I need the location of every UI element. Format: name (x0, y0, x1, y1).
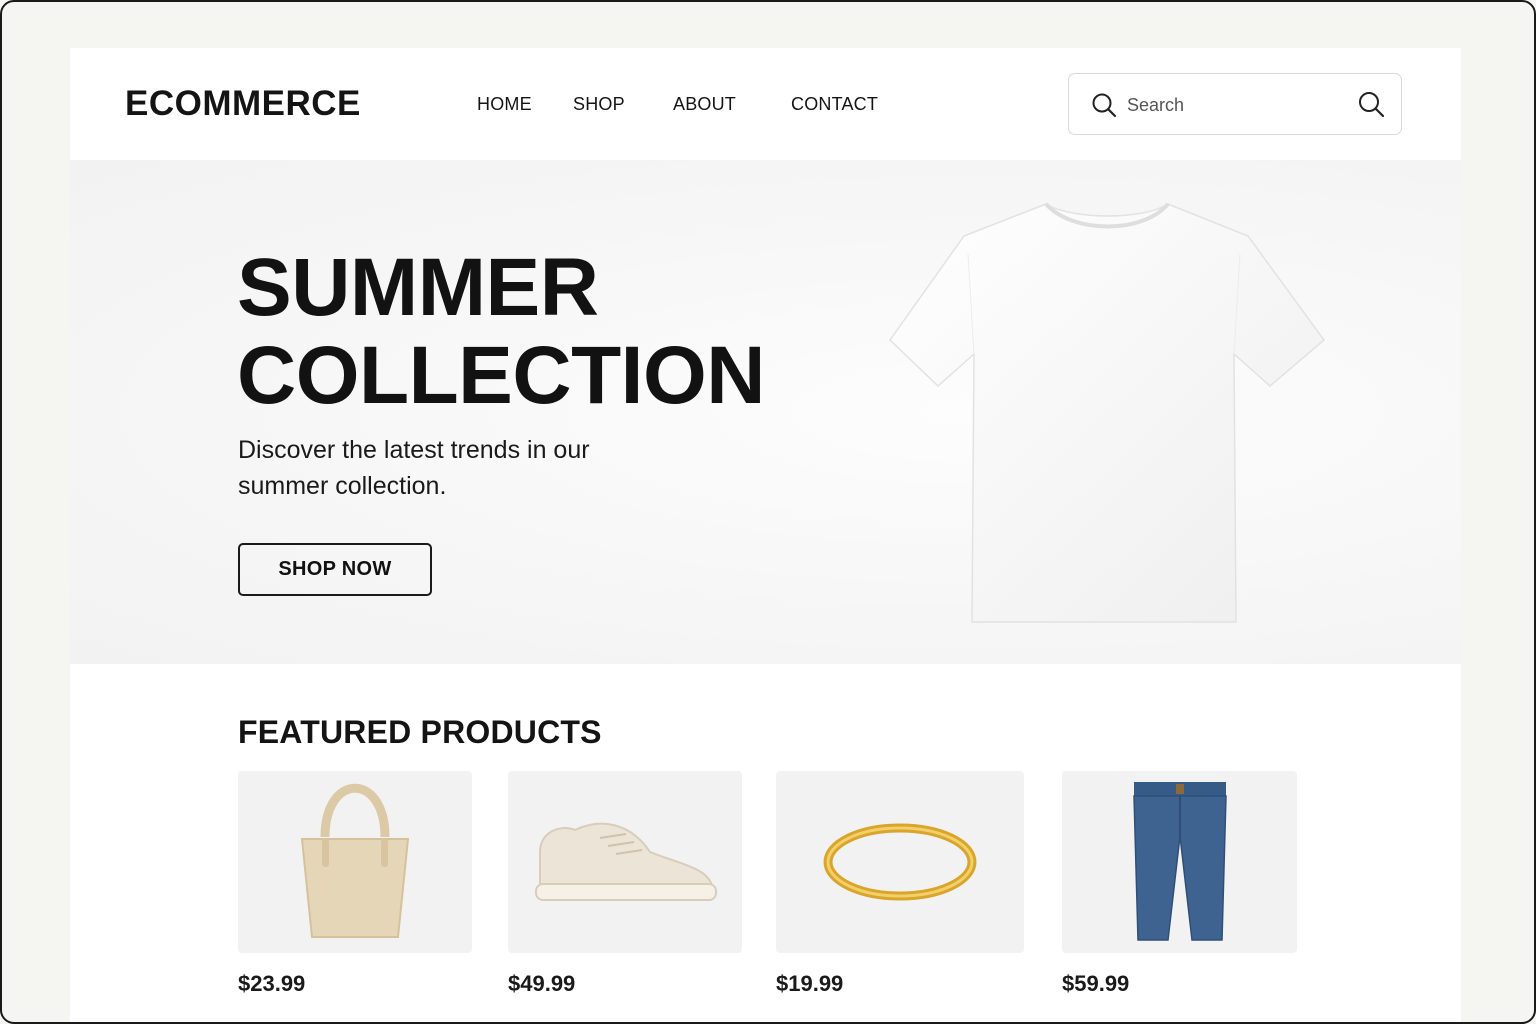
hero-subtitle: Discover the latest trends in our summer… (238, 436, 590, 500)
product-image-denim-jeans[interactable] (1062, 771, 1297, 953)
page: ECOMMERCE HOME SHOP ABOUT CONTACT SUMME (70, 48, 1461, 1022)
shop-now-button[interactable]: SHOP NOW (238, 543, 432, 596)
product-price: $19.99 (776, 971, 844, 996)
hero-title-line-1: SUMMER (237, 242, 599, 333)
featured-products-title: FEATURED PRODUCTS (238, 714, 602, 750)
nav-about[interactable]: ABOUT (673, 94, 736, 115)
product-price: $23.99 (238, 971, 306, 996)
product-price: $59.99 (1062, 971, 1130, 996)
search-submit-icon[interactable] (1357, 90, 1385, 123)
hero-banner: SUMMER COLLECTION Discover the latest tr… (70, 160, 1461, 664)
product-card[interactable]: $49.99 (508, 771, 742, 996)
product-card[interactable]: $23.99 (238, 771, 472, 996)
product-image-gold-ring[interactable] (776, 771, 1024, 953)
search-icon (1091, 92, 1117, 123)
product-card[interactable]: $59.99 (1062, 771, 1297, 996)
product-image-sneaker[interactable] (508, 771, 742, 953)
search-box[interactable] (1068, 73, 1402, 135)
site-header: ECOMMERCE HOME SHOP ABOUT CONTACT (70, 48, 1461, 160)
product-card[interactable]: $19.99 (776, 771, 1024, 996)
nav-contact[interactable]: CONTACT (791, 94, 878, 115)
product-price: $49.99 (508, 971, 576, 996)
nav-shop[interactable]: SHOP (573, 94, 625, 115)
nav-home[interactable]: HOME (477, 94, 532, 115)
browser-frame: ECOMMERCE HOME SHOP ABOUT CONTACT SUMME (0, 0, 1536, 1024)
hero-tshirt-image (888, 194, 1328, 635)
hero-title-line-2: COLLECTION (237, 330, 765, 421)
product-image-tote-bag[interactable] (238, 771, 472, 953)
search-input[interactable] (1125, 88, 1349, 122)
hero-title: SUMMER COLLECTION (237, 244, 765, 420)
site-logo[interactable]: ECOMMERCE (125, 84, 361, 124)
